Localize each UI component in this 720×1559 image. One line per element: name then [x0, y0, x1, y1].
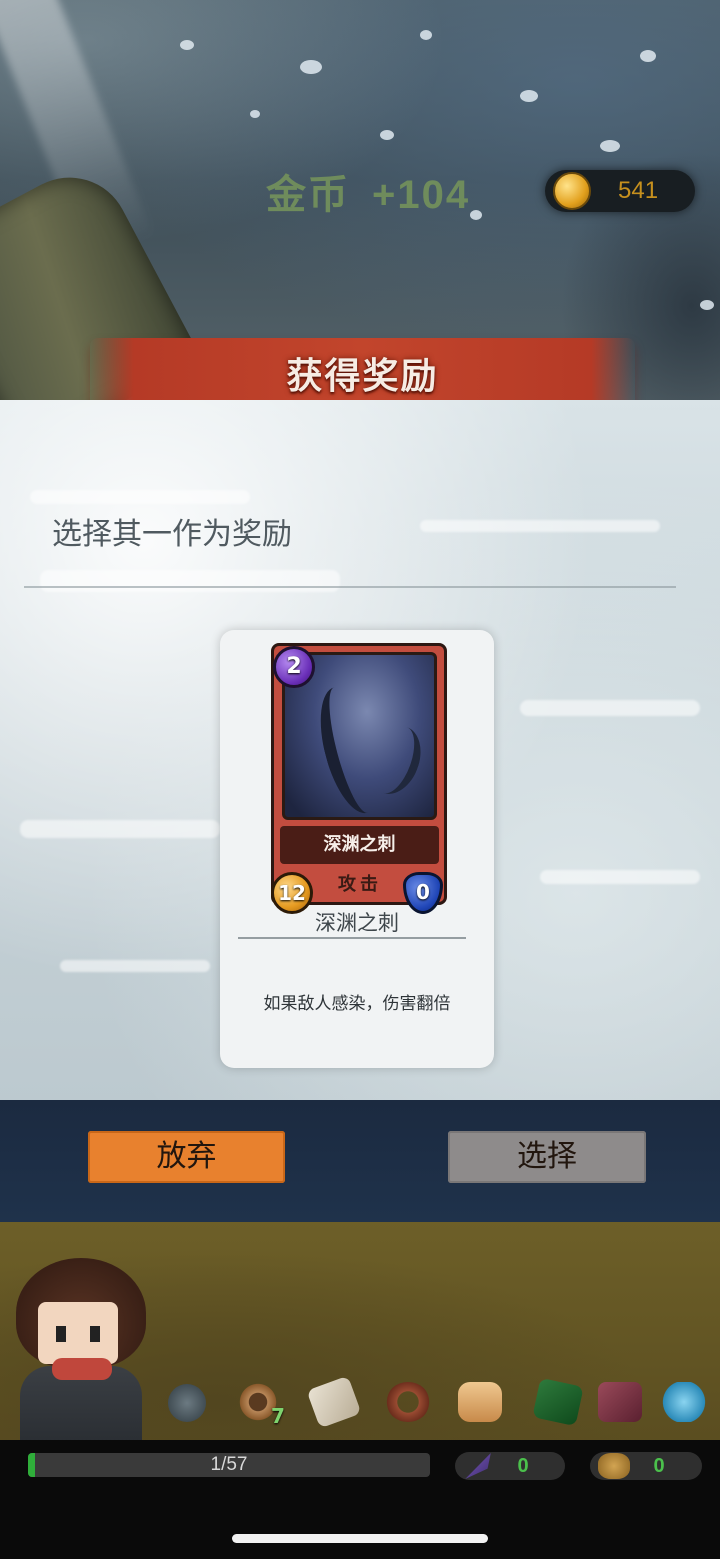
feather-count: 0 [517, 1455, 529, 1477]
divider [24, 586, 676, 588]
relic-orb-icon[interactable] [168, 1384, 206, 1422]
card-name: 深渊之刺 [280, 826, 439, 864]
gold-label-text: 金币 [266, 173, 350, 217]
card-type: 攻击 [338, 874, 382, 895]
card-divider [238, 937, 466, 939]
fist-icon [598, 1453, 630, 1479]
belt-icon[interactable] [386, 1382, 430, 1422]
select-button[interactable]: 选择 [448, 1131, 646, 1183]
bread-icon[interactable] [458, 1382, 502, 1422]
gold-reward-label: 金币 +104 [266, 170, 470, 220]
fist-count: 0 [653, 1455, 665, 1477]
coin-total: 541 [618, 177, 659, 204]
choose-reward-hint: 选择其一作为奖励 [52, 517, 292, 552]
spellbook-icon[interactable] [598, 1382, 642, 1422]
hero-avatar[interactable] [6, 1258, 156, 1443]
blue-splash-icon[interactable] [662, 1382, 706, 1422]
card-caption: 深渊之刺 [315, 911, 399, 935]
home-indicator[interactable] [232, 1534, 488, 1543]
item-count: 7 [271, 1404, 285, 1428]
gold-coin-icon [553, 172, 591, 210]
energy-cost-badge: 2 [273, 646, 315, 688]
progress-text: 1/57 [210, 1454, 248, 1475]
card-description: 如果敌人感染，伤害翻倍 [263, 994, 451, 1014]
gold-gain-value: +104 [372, 173, 471, 217]
give-up-button[interactable]: 放弃 [88, 1131, 285, 1183]
